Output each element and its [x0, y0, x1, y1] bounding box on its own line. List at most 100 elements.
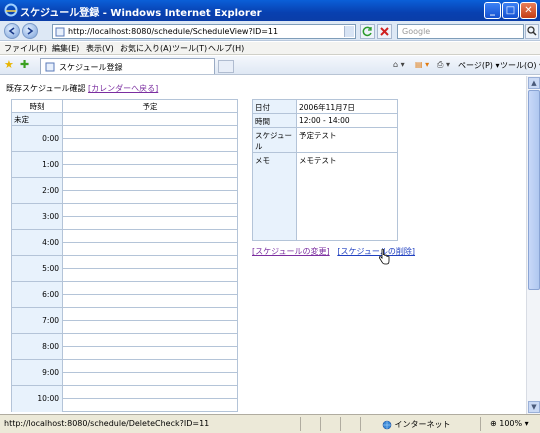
- forward-button[interactable]: [22, 23, 38, 39]
- favorites-star-icon[interactable]: ★: [4, 58, 14, 71]
- half-hour-slot: [62, 164, 238, 178]
- menu-tools[interactable]: ツール(T): [172, 43, 207, 54]
- date-label: 日付: [252, 99, 297, 114]
- menu-help[interactable]: ヘルプ(H): [208, 43, 244, 54]
- menu-view[interactable]: 表示(V): [86, 43, 114, 54]
- memo-value: メモテスト: [296, 152, 398, 241]
- scroll-up-button[interactable]: ▲: [528, 77, 540, 89]
- window-title: スケジュール登録 - Windows Internet Explorer: [20, 8, 262, 19]
- half-hour-slot: [62, 268, 238, 282]
- page-icon: [55, 27, 65, 37]
- tab-page-icon: [45, 62, 55, 72]
- menu-favorites[interactable]: お気に入り(A): [120, 43, 172, 54]
- status-text: http://localhost:8080/schedule/DeleteChe…: [4, 419, 210, 428]
- hand-cursor-icon: [379, 249, 390, 265]
- page-heading: 既存スケジュール確認 [カレンダーへ戻る]: [6, 83, 158, 94]
- hour-label: 7:00: [11, 307, 63, 334]
- zoom-value: 100%: [499, 419, 523, 428]
- half-hour-slot: [62, 294, 238, 308]
- refresh-button[interactable]: [360, 24, 375, 39]
- page-title: 既存スケジュール確認: [6, 84, 86, 93]
- half-hour-slot: [62, 242, 238, 256]
- delete-schedule-link[interactable]: [スケジュールの削除]: [337, 247, 415, 256]
- hour-label: 8:00: [11, 333, 63, 360]
- time-label: 時間: [252, 113, 297, 128]
- memo-label: メモ: [252, 152, 297, 241]
- refresh-icon: [362, 26, 372, 37]
- edit-schedule-link[interactable]: [スケジュールの変更]: [252, 247, 330, 256]
- half-hour-slot: [62, 372, 238, 386]
- undecided-slot: [62, 112, 238, 126]
- time-value: 12:00 - 14:00: [296, 113, 398, 128]
- hour-label: 1:00: [11, 151, 63, 178]
- half-hour-slot: [62, 346, 238, 360]
- hour-slot: [62, 177, 238, 191]
- security-zone: インターネット: [382, 419, 451, 430]
- date-value: 2006年11月7日: [296, 99, 398, 114]
- schedule-detail-table: 日付 2006年11月7日 時間 12:00 - 14:00 スケジュール 予定…: [252, 99, 398, 241]
- print-icon[interactable]: ⎙ ▾: [437, 60, 450, 70]
- hour-slot: [62, 151, 238, 165]
- tools-menu-button[interactable]: ツール(O) ▾: [500, 60, 540, 71]
- back-arrow-icon: [8, 27, 15, 35]
- globe-icon: [382, 420, 392, 429]
- zone-label: インターネット: [394, 420, 451, 429]
- tab-schedule[interactable]: スケジュール登録: [40, 58, 215, 74]
- schedule-table: 時刻 予定 未定 0:00 1:00 2:00 3:00 4:00 5:00 6:00 7:0…: [11, 99, 238, 412]
- back-to-calendar-link[interactable]: [カレンダーへ戻る]: [88, 84, 158, 93]
- close-button[interactable]: ✕: [520, 2, 537, 19]
- search-input[interactable]: Google: [397, 24, 524, 39]
- maximize-button[interactable]: □: [502, 2, 519, 19]
- zoom-level[interactable]: ⊕ 100% ▾: [490, 419, 529, 428]
- hour-slot: [62, 229, 238, 243]
- half-hour-slot: [62, 138, 238, 152]
- hour-slot: [62, 255, 238, 269]
- page-menu-label: ページ(P): [458, 61, 493, 70]
- hour-label: 10:00: [11, 385, 63, 412]
- hour-label: 5:00: [11, 255, 63, 282]
- ie-logo-icon: [4, 3, 18, 17]
- new-tab-button[interactable]: [218, 60, 234, 73]
- home-icon[interactable]: ⌂ ▾: [393, 60, 405, 69]
- half-hour-slot: [62, 320, 238, 334]
- add-favorite-icon[interactable]: ✚: [20, 58, 29, 71]
- title-bar: スケジュール登録 - Windows Internet Explorer _ □…: [0, 0, 540, 21]
- hour-slot: [62, 281, 238, 295]
- search-placeholder: Google: [402, 27, 431, 36]
- menu-file[interactable]: ファイル(F): [4, 43, 47, 54]
- vertical-scrollbar[interactable]: ▲ ▼: [526, 76, 540, 414]
- minimize-button[interactable]: _: [484, 2, 501, 19]
- back-button[interactable]: [4, 23, 20, 39]
- hour-slot: [62, 125, 238, 139]
- stop-button[interactable]: [377, 24, 392, 39]
- schedule-label: スケジュール: [252, 127, 297, 153]
- status-bar: http://localhost:8080/schedule/DeleteChe…: [0, 414, 540, 433]
- feeds-icon[interactable]: ▤ ▾: [415, 60, 429, 69]
- search-icon: [527, 26, 537, 36]
- address-dropdown-button[interactable]: [344, 26, 354, 37]
- menu-bar: ファイル(F) 編集(E) 表示(V) お気に入り(A) ツール(T) ヘルプ(…: [0, 42, 540, 55]
- forward-arrow-icon: [27, 27, 34, 35]
- col-time-header: 時刻: [11, 99, 63, 113]
- hour-slot: [62, 385, 238, 399]
- half-hour-slot: [62, 216, 238, 230]
- hour-slot: [62, 359, 238, 373]
- hour-slot: [62, 333, 238, 347]
- search-button[interactable]: [525, 24, 539, 39]
- stop-icon: [380, 27, 389, 36]
- zoom-icon: ⊕: [490, 419, 497, 428]
- page-menu-button[interactable]: ページ(P) ▾: [458, 60, 499, 71]
- hour-label: 3:00: [11, 203, 63, 230]
- hour-label: 4:00: [11, 229, 63, 256]
- menu-edit[interactable]: 編集(E): [52, 43, 79, 54]
- hour-label: 6:00: [11, 281, 63, 308]
- half-hour-slot: [62, 398, 238, 412]
- hour-slot: [62, 307, 238, 321]
- undecided-label: 未定: [11, 112, 63, 126]
- scroll-down-button[interactable]: ▼: [528, 401, 540, 413]
- tools-menu-label: ツール(O): [500, 61, 537, 70]
- address-input[interactable]: http://localhost:8080/schedule/ScheduleV…: [52, 24, 356, 39]
- col-plan-header: 予定: [62, 99, 238, 113]
- hour-label: 9:00: [11, 359, 63, 386]
- scroll-thumb[interactable]: [528, 90, 540, 290]
